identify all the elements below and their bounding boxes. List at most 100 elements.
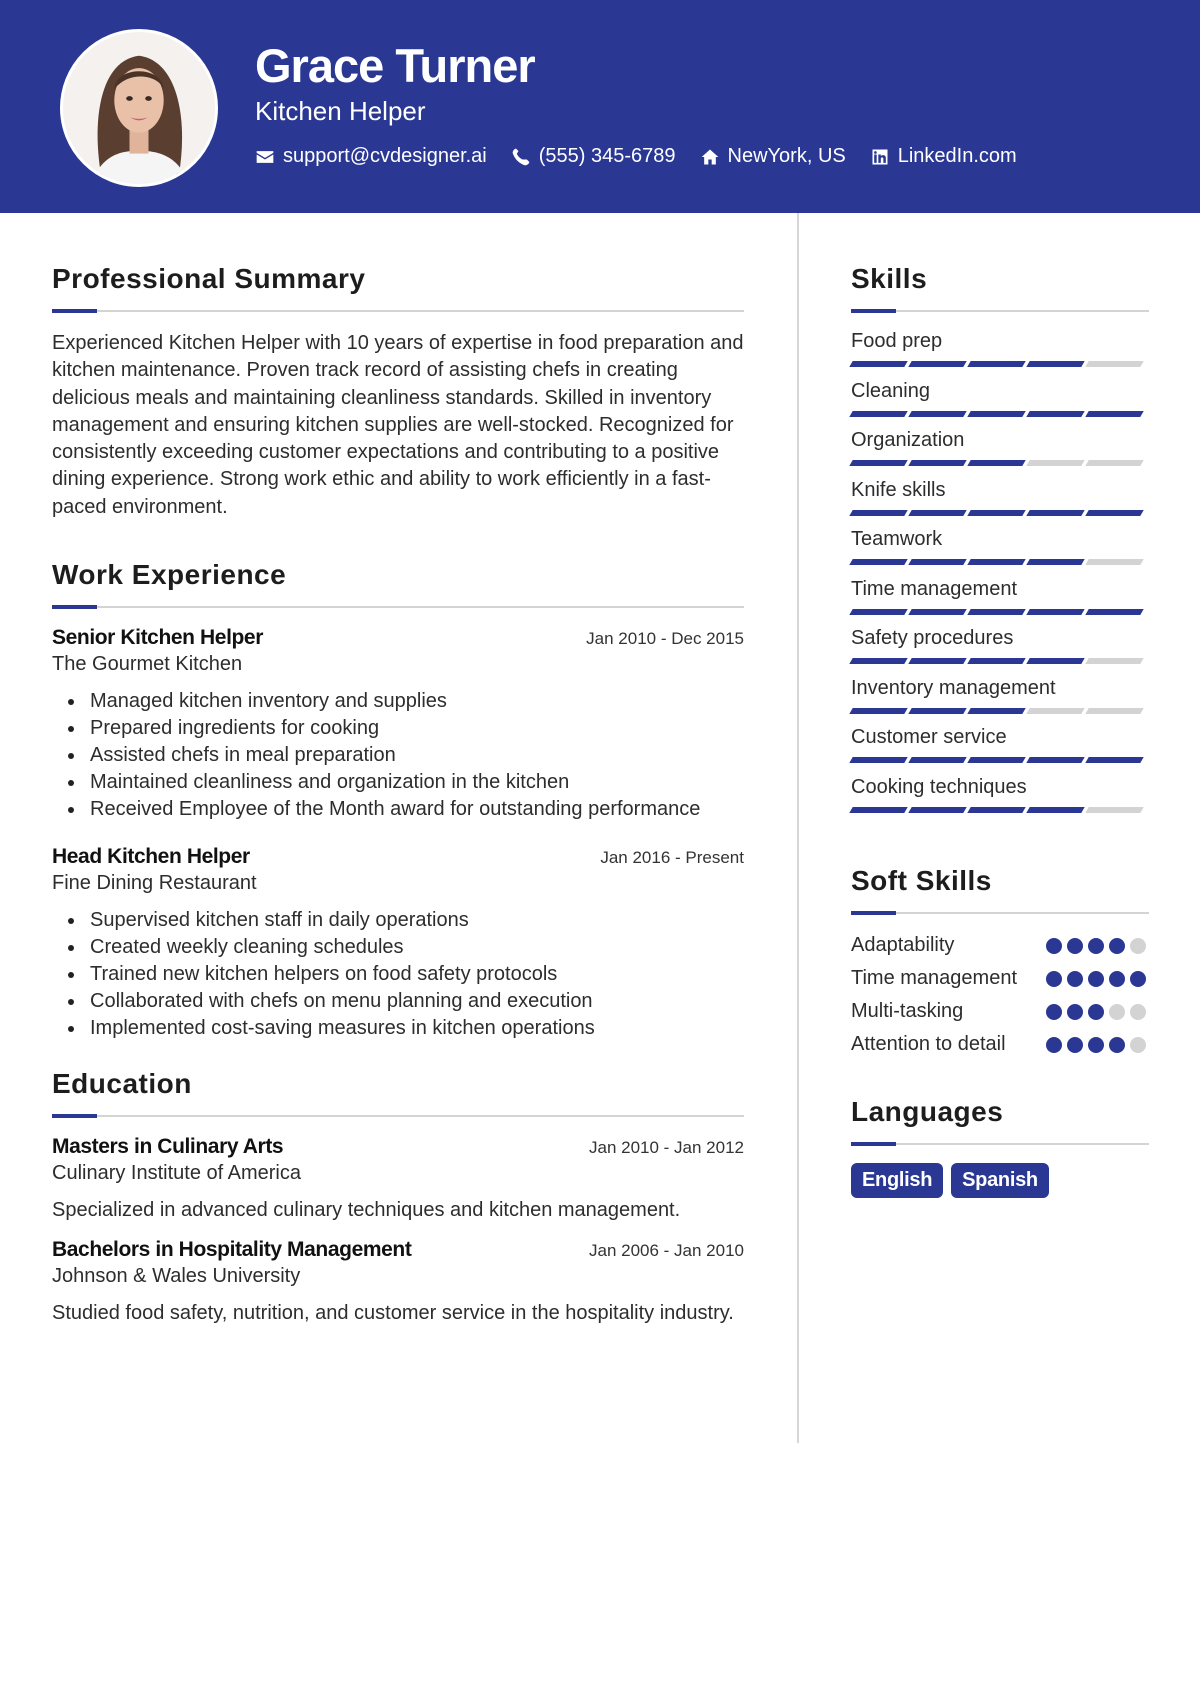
education-dates: Jan 2010 - Jan 2012	[588, 1138, 744, 1158]
skill-level-bar	[849, 707, 1149, 714]
rating-dot-filled	[1067, 1004, 1083, 1020]
skill-name: Organization	[851, 429, 965, 451]
education-entry: Bachelors in Hospitality Management Jan 2…	[52, 1238, 744, 1327]
education-degree: Bachelors in Hospitality Management	[52, 1238, 412, 1262]
contact-phone-text: (555) 345-6789	[538, 145, 676, 167]
side-column: Skills Food prep Cleaning Organization Knif…	[849, 263, 1149, 1198]
skill-segment-filled	[908, 559, 967, 565]
skill-segment-filled	[1026, 559, 1085, 565]
skill-name: Customer service	[851, 726, 1007, 748]
skill-item: Organization	[849, 429, 1149, 479]
skill-level-bar	[849, 410, 1149, 417]
section-rule	[851, 1142, 1149, 1146]
soft-skill-rating	[1046, 998, 1146, 1025]
soft-skill-name: Multi-tasking	[851, 1000, 964, 1022]
skill-segment-empty	[1085, 806, 1144, 813]
rating-dot-empty	[1109, 1004, 1125, 1020]
job-bullet: Received Employee of the Month award for…	[52, 796, 744, 823]
skills-section: Skills Food prep Cleaning Organization Knif…	[849, 263, 1149, 825]
skill-segment-empty	[1085, 658, 1144, 664]
job-entry: Head Kitchen Helper Jan 2016 - Present Fin…	[52, 845, 744, 1042]
rating-dot-filled	[1088, 1037, 1104, 1053]
candidate-name: Grace Turner	[255, 39, 536, 92]
job-bullets: Managed kitchen inventory and supplies Pr…	[52, 688, 744, 823]
skill-segment-filled	[967, 757, 1026, 763]
summary-section: Professional Summary Experienced Kitchen…	[52, 263, 744, 521]
contact-list: support@cvdesigner.ai (555) 345-6789 New…	[255, 145, 1017, 168]
soft-skill-item: Multi-tasking	[851, 998, 1149, 1025]
skill-segment-filled	[849, 757, 908, 763]
skill-segment-filled	[967, 509, 1026, 516]
rating-dot-filled	[1088, 938, 1104, 954]
skill-name: Food prep	[851, 330, 943, 352]
education-header: Bachelors in Hospitality Management Jan 2…	[52, 1238, 744, 1262]
skill-level-bar	[849, 460, 1149, 466]
skill-level-bar	[849, 559, 1149, 565]
skill-segment-filled	[849, 559, 908, 565]
skill-level-bar	[849, 608, 1149, 615]
profile-photo	[60, 29, 218, 187]
education-section: Education Masters in Culinary Arts Jan 20…	[52, 1068, 744, 1327]
education-school: Culinary Institute of America	[52, 1162, 301, 1185]
skill-level-bar	[849, 658, 1149, 664]
contact-email[interactable]: support@cvdesigner.ai	[255, 145, 487, 168]
soft-skill-item: Adaptability	[851, 932, 1149, 959]
contact-linkedin[interactable]: LinkedIn.com	[870, 145, 1017, 168]
education-header: Masters in Culinary Arts Jan 2010 - Jan 2…	[52, 1135, 744, 1159]
skill-segment-filled	[967, 361, 1026, 367]
skill-segment-filled	[1026, 410, 1085, 417]
job-role: Senior Kitchen Helper	[52, 626, 263, 650]
education-degree: Masters in Culinary Arts	[52, 1135, 284, 1159]
skill-segment-filled	[908, 460, 967, 466]
section-heading: Professional Summary	[52, 263, 366, 294]
rating-dot-filled	[1046, 938, 1062, 954]
rating-dot-filled	[1109, 971, 1125, 987]
skill-segment-filled	[967, 658, 1026, 664]
summary-text: Experienced Kitchen Helper with 10 years…	[52, 332, 744, 518]
skill-segment-filled	[1026, 509, 1085, 516]
skill-segment-filled	[849, 509, 908, 516]
skill-segment-filled	[908, 658, 967, 664]
rating-dot-filled	[1088, 1004, 1104, 1020]
skill-segment-empty	[1085, 707, 1144, 714]
language-badge: English	[851, 1163, 944, 1198]
section-rule	[52, 309, 744, 313]
skill-segment-filled	[967, 460, 1026, 466]
phone-icon	[512, 148, 530, 165]
section-rule	[851, 309, 1149, 313]
skill-segment-filled	[849, 707, 908, 714]
job-company: The Gourmet Kitchen	[52, 653, 243, 676]
main-column: Professional Summary Experienced Kitchen…	[52, 263, 744, 1341]
contact-phone[interactable]: (555) 345-6789	[511, 145, 676, 168]
skill-name: Safety procedures	[851, 627, 1014, 649]
rating-dot-empty	[1130, 1004, 1146, 1020]
section-rule	[52, 605, 744, 610]
linkedin-icon	[872, 149, 888, 164]
soft-skill-item: Attention to detail	[851, 1031, 1149, 1058]
skill-segment-filled	[967, 707, 1026, 714]
job-dates: Jan 2010 - Dec 2015	[586, 629, 744, 649]
rating-dot-empty	[1130, 938, 1146, 954]
skill-segment-filled	[849, 806, 908, 813]
column-divider	[797, 213, 799, 1443]
job-bullet: Prepared ingredients for cooking	[52, 715, 744, 742]
skill-name: Cleaning	[851, 379, 930, 402]
envelope-icon	[256, 150, 274, 163]
education-entry: Masters in Culinary Arts Jan 2010 - Jan 2…	[52, 1135, 744, 1224]
skill-segment-filled	[1085, 608, 1144, 615]
skill-segment-filled	[849, 460, 908, 466]
skill-item: Customer service	[849, 726, 1149, 776]
skill-segment-filled	[908, 509, 967, 516]
skill-segment-filled	[908, 707, 967, 714]
rating-dot-filled	[1067, 938, 1083, 954]
skill-segment-empty	[1026, 707, 1085, 714]
skill-level-bar	[849, 757, 1149, 763]
skill-name: Knife skills	[851, 478, 946, 501]
skill-segment-filled	[967, 806, 1026, 813]
skill-segment-filled	[1085, 410, 1144, 417]
home-icon	[701, 149, 718, 164]
skill-segment-filled	[849, 361, 908, 367]
skill-segment-filled	[1085, 757, 1144, 763]
rating-dot-filled	[1130, 971, 1146, 987]
languages-section: Languages English Spanish	[851, 1096, 1149, 1198]
